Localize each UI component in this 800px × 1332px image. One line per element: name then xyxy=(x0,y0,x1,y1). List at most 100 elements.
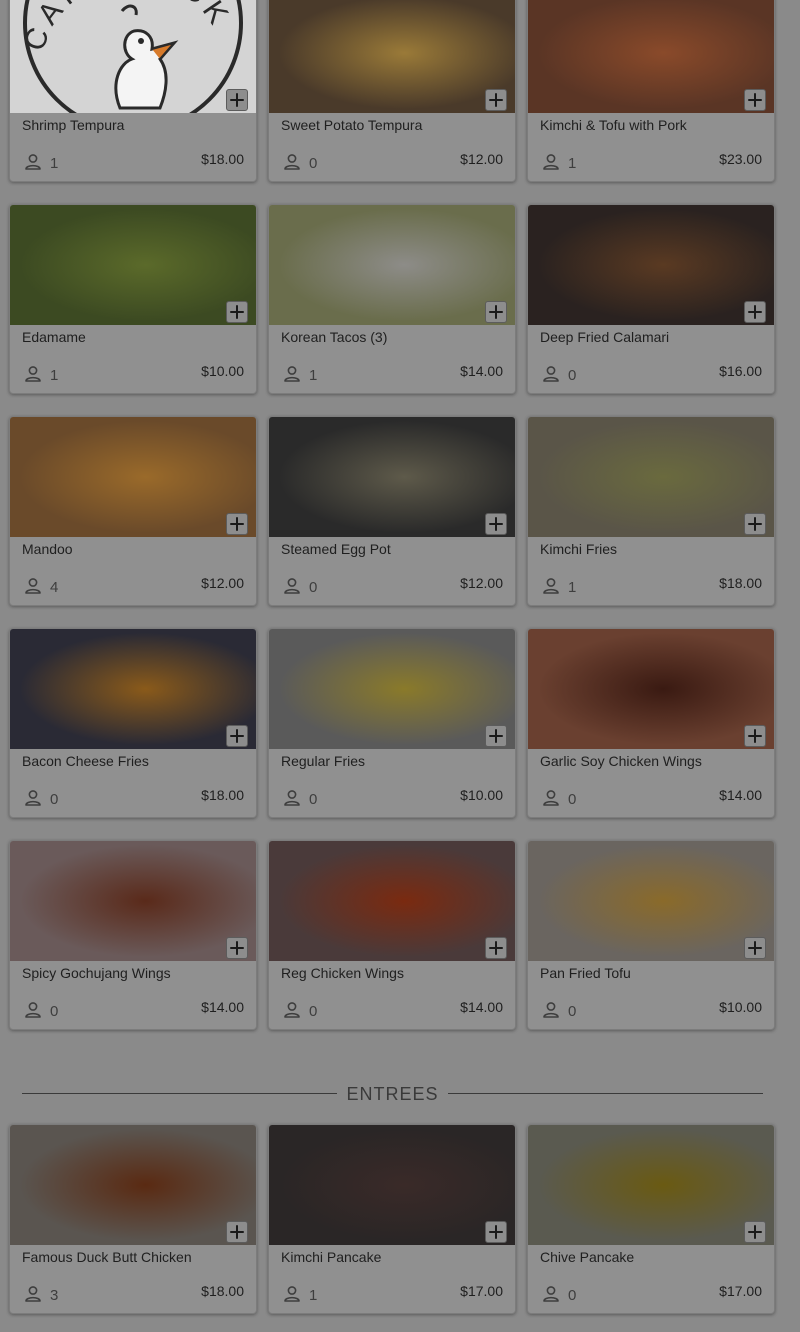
plus-icon xyxy=(748,1225,762,1239)
menu-item-card[interactable]: Bacon Cheese Fries 0 $18.00 xyxy=(9,628,257,818)
menu-item-image xyxy=(528,1125,774,1245)
person-icon xyxy=(283,577,301,595)
menu-item-image xyxy=(10,629,256,749)
menu-item-name: Famous Duck Butt Chicken xyxy=(22,1249,192,1265)
person-icon xyxy=(24,1001,42,1019)
menu-item-price: $18.00 xyxy=(201,787,244,803)
menu-item-name: Deep Fried Calamari xyxy=(540,329,670,345)
add-item-button[interactable] xyxy=(485,89,507,111)
menu-item-image xyxy=(10,841,256,961)
add-item-button[interactable] xyxy=(744,513,766,535)
menu-item-image xyxy=(528,629,774,749)
menu-item-image xyxy=(269,417,515,537)
menu-item-name: Korean Tacos (3) xyxy=(281,329,388,345)
add-item-button[interactable] xyxy=(744,937,766,959)
menu-item-price: $12.00 xyxy=(460,151,503,167)
menu-item-price: $14.00 xyxy=(460,363,503,379)
menu-item-image xyxy=(269,205,515,325)
order-count: 0 xyxy=(309,155,318,172)
add-item-button[interactable] xyxy=(485,1221,507,1243)
menu-item-price: $17.00 xyxy=(719,1283,762,1299)
add-item-button[interactable] xyxy=(226,513,248,535)
order-count: 0 xyxy=(309,791,318,808)
plus-icon xyxy=(748,729,762,743)
menu-item-name: Pan Fried Tofu xyxy=(540,965,631,981)
menu-item-price: $10.00 xyxy=(201,363,244,379)
plus-icon xyxy=(230,729,244,743)
plus-icon xyxy=(748,93,762,107)
order-count: 1 xyxy=(568,579,577,596)
add-item-button[interactable] xyxy=(226,725,248,747)
add-item-button[interactable] xyxy=(485,937,507,959)
person-icon xyxy=(24,789,42,807)
menu-item-card[interactable]: Kimchi Pancake 1 $17.00 xyxy=(268,1124,516,1314)
menu-item-card[interactable]: Kimchi Fries 1 $18.00 xyxy=(527,416,775,606)
menu-item-card[interactable]: Steamed Egg Pot 0 $12.00 xyxy=(268,416,516,606)
order-count: 0 xyxy=(568,1287,577,1304)
plus-icon xyxy=(748,305,762,319)
plus-icon xyxy=(748,517,762,531)
menu-item-card[interactable]: Famous Duck Butt Chicken 3 $18.00 xyxy=(9,1124,257,1314)
menu-item-price: $16.00 xyxy=(719,363,762,379)
order-count: 0 xyxy=(568,367,577,384)
menu-item-card[interactable]: Mandoo 4 $12.00 xyxy=(9,416,257,606)
add-item-button[interactable] xyxy=(744,1221,766,1243)
add-item-button[interactable] xyxy=(226,301,248,323)
menu-item-name: Regular Fries xyxy=(281,753,366,769)
menu-item-price: $18.00 xyxy=(719,575,762,591)
add-item-button[interactable] xyxy=(744,89,766,111)
add-item-button[interactable] xyxy=(744,301,766,323)
menu-item-card[interactable]: CAFE DUCK BUTT Shrimp Tempura 1 $18.00 xyxy=(9,0,257,182)
menu-item-card[interactable]: Spicy Gochujang Wings 0 $14.00 xyxy=(9,840,257,1030)
add-item-button[interactable] xyxy=(226,937,248,959)
plus-icon xyxy=(230,941,244,955)
menu-item-card[interactable]: Chive Pancake 0 $17.00 xyxy=(527,1124,775,1314)
menu-item-name: Bacon Cheese Fries xyxy=(22,753,149,769)
add-item-button[interactable] xyxy=(485,725,507,747)
plus-icon xyxy=(489,941,503,955)
menu-item-name: Steamed Egg Pot xyxy=(281,541,391,557)
order-count: 0 xyxy=(309,579,318,596)
menu-item-card[interactable]: Sweet Potato Tempura 0 $12.00 xyxy=(268,0,516,182)
menu-item-card[interactable]: Korean Tacos (3) 1 $14.00 xyxy=(268,204,516,394)
section-header: ENTREES xyxy=(22,1078,763,1108)
menu-item-price: $14.00 xyxy=(460,999,503,1015)
menu-item-image xyxy=(528,0,774,113)
menu-item-price: $17.00 xyxy=(460,1283,503,1299)
person-icon xyxy=(283,1285,301,1303)
menu-item-image xyxy=(528,841,774,961)
menu-item-price: $12.00 xyxy=(460,575,503,591)
add-item-button[interactable] xyxy=(744,725,766,747)
menu-item-name: Garlic Soy Chicken Wings xyxy=(540,753,702,769)
plus-icon xyxy=(748,941,762,955)
add-item-button[interactable] xyxy=(226,89,248,111)
menu-item-name: Sweet Potato Tempura xyxy=(281,117,423,133)
menu-item-image xyxy=(269,1125,515,1245)
person-icon xyxy=(24,1285,42,1303)
order-count: 0 xyxy=(568,1003,577,1020)
menu-item-card[interactable]: Garlic Soy Chicken Wings 0 $14.00 xyxy=(527,628,775,818)
menu-item-card[interactable]: Deep Fried Calamari 0 $16.00 xyxy=(527,204,775,394)
plus-icon xyxy=(230,517,244,531)
menu-item-card[interactable]: Kimchi & Tofu with Pork 1 $23.00 xyxy=(527,0,775,182)
menu-item-image xyxy=(10,205,256,325)
add-item-button[interactable] xyxy=(226,1221,248,1243)
order-count: 1 xyxy=(50,155,59,172)
menu-item-card[interactable]: Regular Fries 0 $10.00 xyxy=(268,628,516,818)
menu-item-name: Kimchi & Tofu with Pork xyxy=(540,117,687,133)
person-icon xyxy=(24,153,42,171)
menu-item-card[interactable]: Reg Chicken Wings 0 $14.00 xyxy=(268,840,516,1030)
menu-item-price: $14.00 xyxy=(201,999,244,1015)
menu-item-image xyxy=(10,417,256,537)
menu-item-name: Spicy Gochujang Wings xyxy=(22,965,171,981)
add-item-button[interactable] xyxy=(485,513,507,535)
menu-item-price: $10.00 xyxy=(719,999,762,1015)
menu-item-card[interactable]: Edamame 1 $10.00 xyxy=(9,204,257,394)
menu-item-card[interactable]: Pan Fried Tofu 0 $10.00 xyxy=(527,840,775,1030)
plus-icon xyxy=(489,729,503,743)
add-item-button[interactable] xyxy=(485,301,507,323)
order-count: 4 xyxy=(50,579,59,596)
order-count: 0 xyxy=(50,1003,59,1020)
person-icon xyxy=(542,1001,560,1019)
order-count: 1 xyxy=(568,155,577,172)
